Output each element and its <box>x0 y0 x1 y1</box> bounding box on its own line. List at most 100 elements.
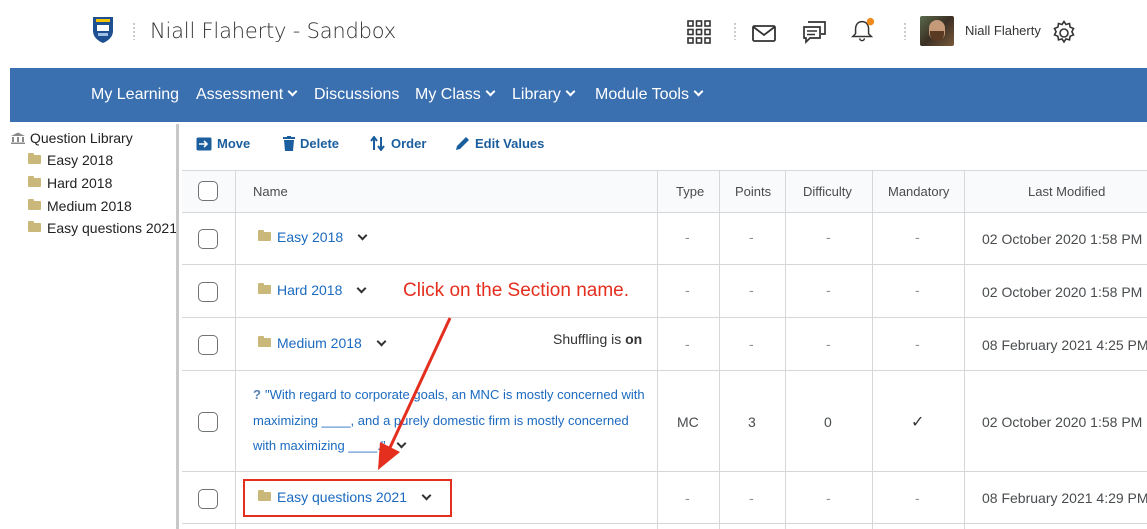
annotation-highlight-box <box>243 479 452 517</box>
row-divider <box>182 370 1147 371</box>
nav-module-tools[interactable]: Module Tools <box>595 86 704 104</box>
cell-last-modified: 02 October 2020 1:58 PM <box>982 284 1143 300</box>
gear-icon[interactable] <box>1050 19 1078 47</box>
tree-item-medium-2018[interactable]: Medium 2018 <box>28 198 132 214</box>
move-icon <box>196 137 212 151</box>
column-divider <box>872 170 873 529</box>
checkmark-icon: ✓ <box>911 414 925 431</box>
header-divider <box>904 22 906 40</box>
column-header-type: Type <box>676 184 705 199</box>
column-header-mandatory: Mandatory <box>888 184 950 199</box>
select-all-checkbox[interactable] <box>198 181 218 201</box>
nav-assessment[interactable]: Assessment <box>196 86 298 104</box>
section-link-medium-2018[interactable]: Medium 2018 <box>258 335 387 351</box>
cell-difficulty: - <box>826 336 831 352</box>
row-checkbox[interactable] <box>198 282 218 302</box>
order-button[interactable]: Order <box>370 135 426 152</box>
section-link-easy-2018[interactable]: Easy 2018 <box>258 229 368 245</box>
cell-type: - <box>685 282 690 298</box>
column-divider <box>719 170 720 529</box>
row-divider <box>182 317 1147 318</box>
question-mark-icon: ? <box>253 387 261 402</box>
bell-icon[interactable] <box>850 17 876 43</box>
pane-resize-handle[interactable] <box>176 124 179 529</box>
cell-difficulty: - <box>826 490 831 506</box>
cell-points: - <box>749 282 754 298</box>
tree-item-easy-questions-2021[interactable]: Easy questions 2021 <box>28 220 177 236</box>
chat-icon[interactable] <box>802 19 828 45</box>
header-divider <box>734 22 736 40</box>
chevron-down-icon <box>565 86 576 97</box>
cell-points: 3 <box>748 414 756 430</box>
app-grid-icon[interactable] <box>686 19 712 45</box>
cell-mandatory: - <box>915 336 920 352</box>
cell-last-modified: 08 February 2021 4:29 PM <box>982 490 1147 506</box>
cell-type: - <box>685 336 690 352</box>
annotation-arrow-icon <box>378 317 452 470</box>
cell-last-modified: 08 February 2021 4:25 PM <box>982 337 1147 353</box>
library-icon <box>11 132 25 144</box>
cell-mandatory: - <box>915 282 920 298</box>
nav-discussions[interactable]: Discussions <box>314 86 399 104</box>
column-divider <box>964 170 965 529</box>
delete-button[interactable]: Delete <box>283 136 339 151</box>
move-button[interactable]: Move <box>196 136 250 151</box>
column-header-last-modified[interactable]: Last Modified <box>1028 184 1105 199</box>
site-title[interactable]: Niall Flaherty - Sandbox <box>150 19 396 43</box>
table-header <box>182 170 1147 212</box>
cell-mandatory: - <box>915 490 920 506</box>
row-checkbox[interactable] <box>198 489 218 509</box>
folder-icon <box>28 199 41 210</box>
row-checkbox[interactable] <box>198 229 218 249</box>
nav-my-class[interactable]: My Class <box>415 86 496 104</box>
tree-root-question-library[interactable]: Question Library <box>10 130 133 146</box>
row-checkbox[interactable] <box>198 412 218 432</box>
user-name[interactable]: Niall Flaherty <box>965 23 1041 38</box>
cell-points: - <box>749 490 754 506</box>
cell-difficulty: - <box>826 282 831 298</box>
chevron-down-icon[interactable] <box>357 230 368 241</box>
shuffle-status: Shuffling is on <box>553 331 643 347</box>
column-divider <box>235 170 236 529</box>
chevron-down-icon[interactable] <box>356 283 367 294</box>
row-divider <box>182 264 1147 265</box>
top-header: Niall Flaherty - Sandbox Niall Flaherty <box>0 0 1147 68</box>
trash-icon <box>283 136 295 151</box>
avatar[interactable] <box>920 16 954 46</box>
cell-mandatory: - <box>915 229 920 245</box>
folder-icon <box>258 230 271 241</box>
cell-type: - <box>685 229 690 245</box>
annotation-text: Click on the Section name. <box>403 280 630 301</box>
column-divider <box>785 170 786 529</box>
column-divider <box>657 170 658 529</box>
edit-values-button[interactable]: Edit Values <box>455 136 544 151</box>
nav-library[interactable]: Library <box>512 86 576 104</box>
tree-item-hard-2018[interactable]: Hard 2018 <box>28 175 112 191</box>
cell-points: - <box>749 336 754 352</box>
row-divider <box>182 523 1147 524</box>
nav-my-learning[interactable]: My Learning <box>91 86 179 104</box>
folder-icon <box>28 153 41 164</box>
column-header-difficulty: Difficulty <box>803 184 852 199</box>
folder-icon <box>258 336 271 347</box>
cell-type: MC <box>677 414 699 430</box>
folder-icon <box>28 221 41 232</box>
cell-type: - <box>685 490 690 506</box>
cell-last-modified: 02 October 2020 1:58 PM <box>982 414 1143 430</box>
tree-item-easy-2018[interactable]: Easy 2018 <box>28 152 113 168</box>
sort-arrows-icon <box>370 135 385 152</box>
column-header-points: Points <box>735 184 772 199</box>
chevron-down-icon <box>287 86 298 97</box>
mail-icon[interactable] <box>751 21 777 47</box>
cell-points: - <box>749 229 754 245</box>
column-header-name[interactable]: Name <box>253 184 288 199</box>
ucd-logo-icon[interactable] <box>92 14 114 44</box>
folder-icon <box>258 283 271 294</box>
cell-difficulty: - <box>826 229 831 245</box>
folder-icon <box>28 176 41 187</box>
row-checkbox[interactable] <box>198 335 218 355</box>
section-link-hard-2018[interactable]: Hard 2018 <box>258 282 367 298</box>
cell-difficulty: 0 <box>824 414 832 430</box>
pencil-icon <box>456 137 469 150</box>
chevron-down-icon <box>485 86 496 97</box>
